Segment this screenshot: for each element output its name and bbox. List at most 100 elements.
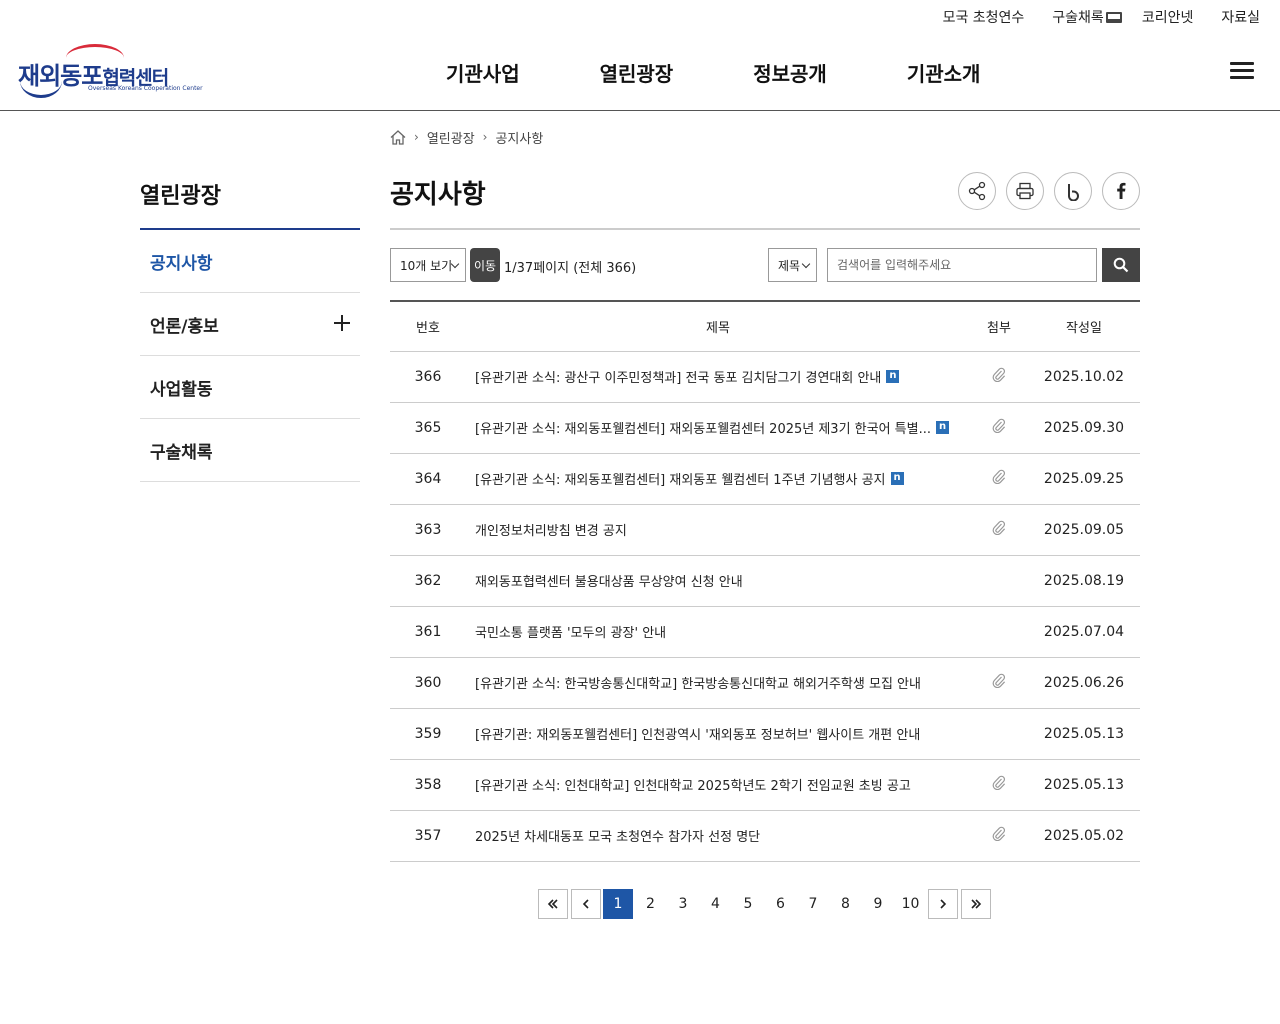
page-number-button[interactable]: 1	[603, 889, 633, 919]
prev-page-button[interactable]	[570, 889, 601, 919]
row-attachment	[970, 708, 1028, 760]
row-title: [유관기관 소식: 재외동포웰컴센터] 재외동포 웰컴센터 1주년 기념행사 공…	[475, 473, 886, 488]
row-number: 362	[390, 555, 466, 607]
paperclip-icon[interactable]	[992, 469, 1006, 488]
go-button[interactable]: 이동	[470, 248, 500, 282]
table-row[interactable]: 363 개인정보처리방침 변경 공지 2025.09.05	[390, 504, 1140, 556]
util-link-archive[interactable]: 자료실	[1221, 7, 1260, 27]
main-content: › 열린광장 › 공지사항 공지사항 10개 보기 이동 1/37페이지 (전체…	[390, 120, 1140, 862]
blog-icon[interactable]	[1054, 172, 1092, 210]
print-icon[interactable]	[1006, 172, 1044, 210]
row-date: 2025.08.19	[1028, 555, 1140, 607]
last-page-button[interactable]	[960, 889, 991, 919]
row-title-link[interactable]: [유관기관: 재외동포웰컴센터] 인천광역시 '재외동포 정보허브' 웹사이트 …	[475, 724, 920, 743]
paperclip-icon[interactable]	[992, 520, 1006, 539]
paperclip-icon[interactable]	[992, 418, 1006, 437]
new-badge-icon: n	[886, 370, 900, 383]
nav-item-about[interactable]: 기관소개	[907, 58, 981, 87]
table-row[interactable]: 357 2025년 차세대동포 모국 초청연수 참가자 선정 명단 2025.05.…	[390, 810, 1140, 862]
row-number: 357	[390, 810, 466, 862]
row-title-link[interactable]: [유관기관 소식: 인천대학교] 인천대학교 2025학년도 2학기 전임교원 …	[475, 775, 911, 794]
row-attachment	[970, 810, 1028, 862]
nav-item-disclosure[interactable]: 정보공개	[753, 58, 827, 87]
sidebar-item-notice[interactable]: 공지사항	[140, 230, 360, 293]
nav-item-programs[interactable]: 기관사업	[446, 58, 520, 87]
row-number: 361	[390, 606, 466, 658]
row-title-cell: [유관기관 소식: 인천대학교] 인천대학교 2025학년도 2학기 전임교원 …	[466, 759, 970, 811]
page-number-button[interactable]: 5	[733, 889, 763, 919]
page-number-button[interactable]: 8	[831, 889, 861, 919]
table-row[interactable]: 361 국민소통 플랫폼 '모두의 광장' 안내 2025.07.04	[390, 606, 1140, 658]
row-number: 365	[390, 402, 466, 454]
first-page-button[interactable]	[538, 889, 568, 919]
next-page-button[interactable]	[928, 889, 958, 919]
share-icon[interactable]	[958, 172, 996, 210]
util-link-koreannet[interactable]: 코리안넷	[1142, 7, 1194, 27]
util-link-invitation[interactable]: 모국 초청연수	[943, 7, 1025, 27]
row-attachment	[970, 759, 1028, 811]
page-number-button[interactable]: 7	[798, 889, 828, 919]
plus-icon[interactable]	[334, 315, 350, 331]
search-button[interactable]	[1102, 248, 1140, 282]
table-row[interactable]: 358 [유관기관 소식: 인천대학교] 인천대학교 2025학년도 2학기 전임…	[390, 759, 1140, 811]
row-title-cell: [유관기관 소식: 재외동포웰컴센터] 재외동포 웰컴센터 1주년 기념행사 공…	[466, 453, 970, 505]
menu-icon[interactable]	[1230, 62, 1254, 80]
row-title: 2025년 차세대동포 모국 초청연수 참가자 선정 명단	[475, 830, 761, 845]
row-title-cell: 2025년 차세대동포 모국 초청연수 참가자 선정 명단	[466, 810, 970, 862]
row-title-link[interactable]: 재외동포협력센터 불용대상품 무상양여 신청 안내	[475, 571, 743, 590]
table-row[interactable]: 365 [유관기관 소식: 재외동포웰컴센터] 재외동포웰컴센터 2025년 제3…	[390, 402, 1140, 454]
sidebar-item-press[interactable]: 언론/홍보	[140, 293, 360, 356]
sidebar-item-oral-history[interactable]: 구술채록	[140, 419, 360, 482]
row-title-link[interactable]: 국민소통 플랫폼 '모두의 광장' 안내	[475, 622, 666, 641]
sidebar-item-activities[interactable]: 사업활동	[140, 356, 360, 419]
page-number-button[interactable]: 10	[896, 889, 926, 919]
paperclip-icon[interactable]	[992, 826, 1006, 845]
breadcrumb-item[interactable]: 열린광장	[427, 128, 475, 147]
page-number-button[interactable]: 6	[766, 889, 796, 919]
row-title-cell: 개인정보처리방침 변경 공지	[466, 504, 970, 556]
home-icon[interactable]	[390, 130, 406, 145]
table-row[interactable]: 359 [유관기관: 재외동포웰컴센터] 인천광역시 '재외동포 정보허브' 웹사…	[390, 708, 1140, 760]
paperclip-icon[interactable]	[992, 775, 1006, 794]
row-date: 2025.05.13	[1028, 759, 1140, 811]
utility-bar: 모국 초청연수 구술채록 코리안넷 자료실	[943, 0, 1260, 34]
row-title-link[interactable]: 2025년 차세대동포 모국 초청연수 참가자 선정 명단	[475, 826, 760, 845]
table-row[interactable]: 364 [유관기관 소식: 재외동포웰컴센터] 재외동포 웰컴센터 1주년 기념행…	[390, 453, 1140, 505]
row-title-cell: 재외동포협력센터 불용대상품 무상양여 신청 안내	[466, 555, 970, 607]
table-row[interactable]: 362 재외동포협력센터 불용대상품 무상양여 신청 안내 2025.08.19	[390, 555, 1140, 607]
page-number-button[interactable]: 2	[636, 889, 666, 919]
row-title: 국민소통 플랫폼 '모두의 광장' 안내	[475, 626, 667, 641]
view-count-select[interactable]: 10개 보기	[390, 248, 466, 282]
row-title-link[interactable]: [유관기관 소식: 광산구 이주민정책과] 전국 동포 김치담그기 경연대회 안…	[475, 367, 900, 386]
row-title-link[interactable]: 개인정보처리방침 변경 공지	[475, 520, 627, 539]
facebook-icon[interactable]	[1102, 172, 1140, 210]
chevron-right-icon	[940, 899, 947, 909]
row-number: 360	[390, 657, 466, 709]
paperclip-icon[interactable]	[992, 367, 1006, 386]
paperclip-icon[interactable]	[992, 673, 1006, 692]
table-row[interactable]: 366 [유관기관 소식: 광산구 이주민정책과] 전국 동포 김치담그기 경연대…	[390, 351, 1140, 403]
row-date: 2025.06.26	[1028, 657, 1140, 709]
search-field-select[interactable]: 제목	[768, 248, 817, 282]
page-number-button[interactable]: 4	[701, 889, 731, 919]
site-logo[interactable]: 재외동포협력센터 Overseas Koreans Cooperation Ce…	[18, 42, 203, 102]
row-title: [유관기관 소식: 재외동포웰컴센터] 재외동포웰컴센터 2025년 제3기 한…	[475, 422, 932, 437]
search-input[interactable]	[827, 248, 1097, 282]
page-number-button[interactable]: 3	[668, 889, 698, 919]
chevron-left-icon	[582, 899, 589, 909]
external-link-icon	[1105, 12, 1122, 23]
row-title-link[interactable]: [유관기관 소식: 재외동포웰컴센터] 재외동포 웰컴센터 1주년 기념행사 공…	[475, 469, 904, 488]
table-row[interactable]: 360 [유관기관 소식: 한국방송통신대학교] 한국방송통신대학교 해외거주학생…	[390, 657, 1140, 709]
row-number: 358	[390, 759, 466, 811]
page-number-button[interactable]: 9	[863, 889, 893, 919]
row-date: 2025.10.02	[1028, 351, 1140, 403]
row-title-link[interactable]: [유관기관 소식: 한국방송통신대학교] 한국방송통신대학교 해외거주학생 모집…	[475, 673, 921, 692]
new-badge-icon: n	[890, 472, 904, 485]
site-header: 재외동포협력센터 Overseas Koreans Cooperation Ce…	[0, 34, 1280, 111]
nav-item-open-square[interactable]: 열린광장	[600, 58, 674, 87]
row-title: [유관기관 소식: 광산구 이주민정책과] 전국 동포 김치담그기 경연대회 안…	[475, 371, 882, 386]
util-link-oral-history[interactable]: 구술채록	[1052, 7, 1122, 27]
row-title-link[interactable]: [유관기관 소식: 재외동포웰컴센터] 재외동포웰컴센터 2025년 제3기 한…	[475, 418, 950, 437]
row-title: 개인정보처리방침 변경 공지	[475, 524, 627, 539]
row-date: 2025.09.30	[1028, 402, 1140, 454]
